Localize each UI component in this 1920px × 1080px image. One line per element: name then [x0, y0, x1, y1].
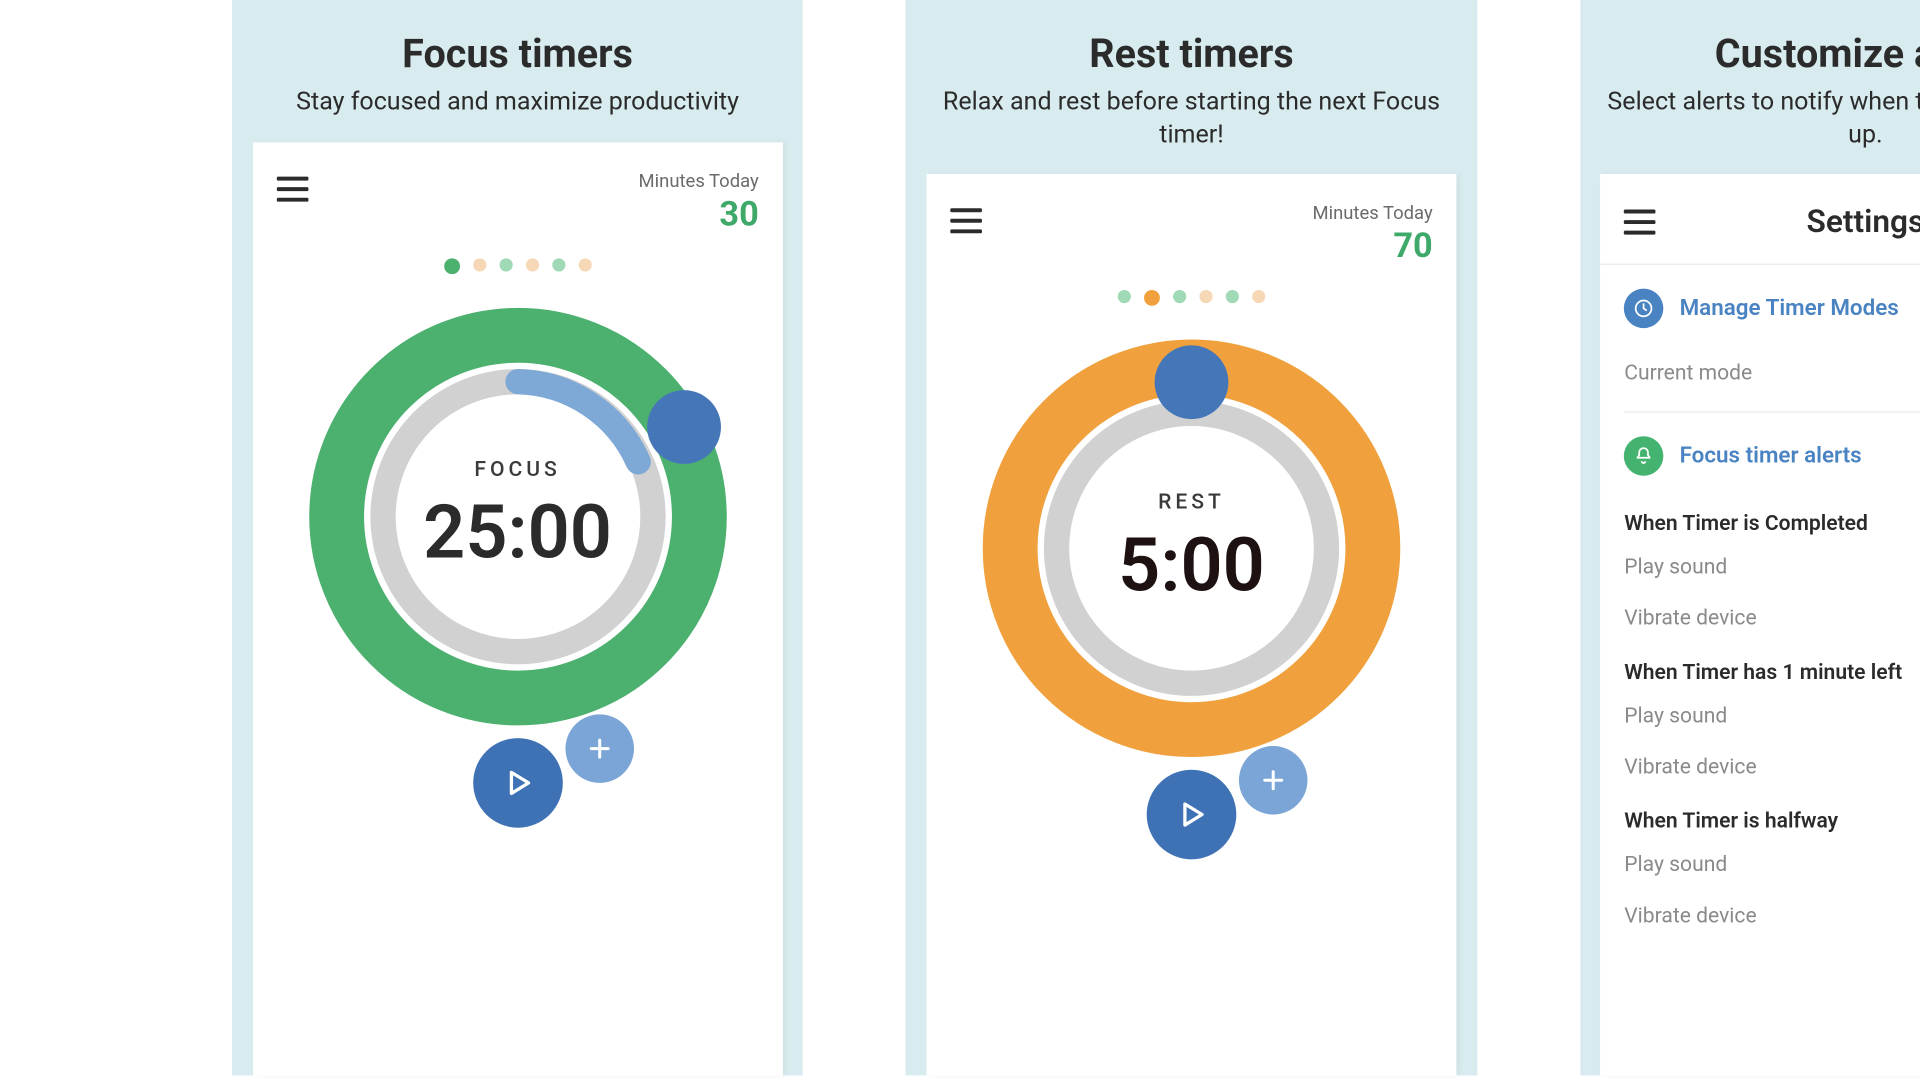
menu-icon[interactable]	[950, 203, 982, 239]
minutes-value: 30	[639, 195, 759, 235]
panel-title: Rest timers	[932, 32, 1450, 78]
minutes-today: Minutes Today 70	[1312, 203, 1432, 266]
dot-5[interactable]	[552, 258, 565, 271]
timer-ring-focus[interactable]: FOCUS 25:00	[307, 305, 729, 727]
promo-panel-settings: Customize alerts Select alerts to notify…	[1580, 0, 1920, 1075]
dot-6[interactable]	[1252, 290, 1265, 303]
panel-header: Customize alerts Select alerts to notify…	[1580, 0, 1920, 174]
setting-key: Vibrate device	[1624, 903, 1756, 928]
clock-icon	[1624, 289, 1664, 329]
phone-screen-rest: Minutes Today 70 REST	[927, 174, 1457, 1075]
timer-mode-label: FOCUS	[474, 456, 560, 481]
minutes-today: Minutes Today 30	[639, 171, 759, 234]
minutes-label: Minutes Today	[1312, 203, 1432, 224]
alert-group-heading: When Timer has 1 minute left	[1624, 659, 1920, 684]
dot-1[interactable]	[444, 258, 460, 274]
dot-6[interactable]	[578, 258, 591, 271]
play-button[interactable]	[1147, 770, 1237, 860]
promo-panel-focus: Focus timers Stay focused and maximize p…	[232, 0, 803, 1075]
dot-4[interactable]	[525, 258, 538, 271]
panel-header: Rest timers Relax and rest before starti…	[906, 0, 1477, 174]
setting-key: Vibrate device	[1624, 605, 1756, 630]
setting-row[interactable]: Vibrate deviceYes	[1624, 592, 1920, 643]
manage-modes-label: Manage Timer Modes	[1680, 296, 1899, 322]
alert-group-heading: When Timer is halfway	[1624, 808, 1920, 833]
timer-step-dots	[950, 290, 1432, 306]
plus-icon	[585, 734, 614, 763]
panel-title: Customize alerts	[1606, 32, 1920, 78]
panel-subtitle: Relax and rest before starting the next …	[932, 86, 1450, 151]
promo-panel-rest: Rest timers Relax and rest before starti…	[906, 0, 1477, 1075]
panel-title: Focus timers	[296, 32, 739, 78]
timer-step-dots	[276, 258, 758, 274]
dot-3[interactable]	[1173, 290, 1186, 303]
setting-key: Vibrate device	[1624, 754, 1756, 779]
dot-2[interactable]	[473, 258, 486, 271]
bell-icon	[1624, 437, 1664, 477]
panel-subtitle: Stay focused and maximize productivity	[296, 86, 739, 119]
setting-row[interactable]: Vibrate deviceYes	[1624, 741, 1920, 792]
plus-icon	[1259, 766, 1288, 795]
alert-group-heading: When Timer is Completed	[1624, 511, 1920, 536]
setting-key: Play sound	[1624, 703, 1727, 728]
divider	[1600, 264, 1920, 265]
play-icon	[1176, 798, 1208, 832]
timer-ring-rest[interactable]: REST 5:00	[981, 338, 1403, 760]
alerts-label: Focus timer alerts	[1680, 443, 1862, 469]
setting-row[interactable]: Vibrate deviceNo	[1624, 890, 1920, 941]
manage-timer-modes-link[interactable]: Manage Timer Modes	[1624, 289, 1920, 329]
play-icon	[502, 765, 534, 799]
dot-1[interactable]	[1118, 290, 1131, 303]
setting-row[interactable]: Play soundSelenium	[1624, 541, 1920, 592]
play-button[interactable]	[473, 738, 563, 828]
timer-time: 5:00	[1118, 522, 1265, 609]
menu-icon[interactable]	[1624, 204, 1656, 240]
phone-screen-focus: Minutes Today 30 FOC	[253, 142, 783, 1076]
dot-3[interactable]	[499, 258, 512, 271]
minutes-value: 70	[1312, 227, 1432, 267]
setting-row[interactable]: Play soundSelenium	[1624, 690, 1920, 741]
timer-time: 25:00	[423, 489, 612, 576]
add-time-button[interactable]	[565, 714, 634, 783]
divider	[1624, 412, 1920, 413]
setting-key: Play sound	[1624, 554, 1727, 579]
dot-2[interactable]	[1144, 290, 1160, 306]
dot-4[interactable]	[1199, 290, 1212, 303]
menu-icon[interactable]	[276, 171, 308, 207]
panel-header: Focus timers Stay focused and maximize p…	[270, 0, 766, 142]
dot-5[interactable]	[1226, 290, 1239, 303]
current-mode-row[interactable]: Current mode Pomodoro classic	[1624, 347, 1920, 398]
add-time-button[interactable]	[1239, 746, 1308, 815]
minutes-label: Minutes Today	[639, 171, 759, 192]
page-title: Settings	[1656, 203, 1920, 240]
phone-screen-settings: Settings Manage Timer Modes Current mode…	[1600, 174, 1920, 1075]
setting-key: Play sound	[1624, 852, 1727, 877]
current-mode-label: Current mode	[1624, 360, 1752, 385]
focus-timer-alerts-link[interactable]: Focus timer alerts	[1624, 437, 1920, 477]
setting-row[interactable]: Play sound<None>	[1624, 839, 1920, 890]
panel-subtitle: Select alerts to notify when the timer i…	[1606, 86, 1920, 151]
timer-mode-label: REST	[1158, 489, 1225, 514]
